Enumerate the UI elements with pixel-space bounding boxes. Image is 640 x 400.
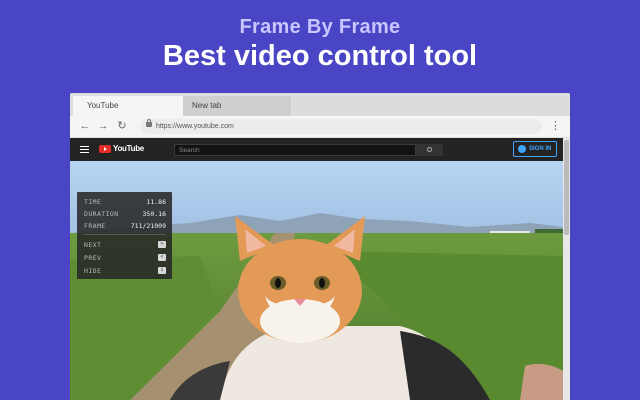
search-icon [427,147,432,152]
youtube-masthead: YouTube SIGN IN [70,138,563,161]
next-frame-button[interactable]: NEXT > [84,240,166,250]
page-scrollbar[interactable] [563,138,570,400]
duration-row: DURATION 350.16 [84,209,166,219]
time-row: TIME 11.86 [84,197,166,207]
search-input[interactable] [175,145,417,155]
youtube-page: YouTube SIGN IN [70,138,570,400]
scrollbar-thumb[interactable] [564,140,569,235]
sign-in-button[interactable]: SIGN IN [513,141,557,157]
prev-frame-button[interactable]: PREV < [84,253,166,263]
browser-window: YouTube New tab ← → ↻ https://www.youtub… [70,93,570,400]
frame-value: 711/21009 [130,222,166,230]
more-vert-icon[interactable]: ⋮ [550,119,561,133]
frame-label: FRAME [84,222,106,230]
youtube-logo-text[interactable]: YouTube [113,144,144,153]
lock-icon [146,119,152,127]
search-button[interactable] [416,144,443,156]
prev-key-badge: < [158,254,166,261]
browser-toolbar: ← → ↻ https://www.youtube.com ⋮ [70,116,570,138]
duration-value: 350.16 [142,210,166,218]
time-value: 11.86 [146,198,166,206]
time-label: TIME [84,198,102,206]
search-box[interactable] [174,144,417,156]
next-label: NEXT [84,241,102,249]
hamburger-menu-icon[interactable] [80,146,89,153]
frame-row: FRAME 711/21009 [84,221,166,231]
video-player[interactable]: TIME 11.86 DURATION 350.16 FRAME 711/210… [70,161,563,400]
hide-label: HIDE [84,267,102,275]
sign-in-label: SIGN IN [529,146,552,152]
promo-subtitle: Frame By Frame [239,16,401,38]
panel-divider [84,234,166,235]
url-text: https://www.youtube.com [156,123,234,130]
address-bar[interactable]: https://www.youtube.com [140,119,542,134]
account-icon [518,145,526,153]
hide-key-badge: i [158,267,166,274]
frame-control-panel: TIME 11.86 DURATION 350.16 FRAME 711/210… [77,192,172,279]
forward-arrow-icon[interactable]: → [96,119,110,133]
tab-strip: YouTube New tab [70,93,570,116]
next-key-badge: > [158,241,166,248]
prev-label: PREV [84,254,102,262]
promo-title: Best video control tool [162,40,478,72]
reload-icon[interactable]: ↻ [115,119,129,133]
tab-new-tab[interactable]: New tab [183,96,291,116]
tab-youtube[interactable]: YouTube [73,96,183,116]
youtube-logo-icon[interactable] [99,145,111,153]
duration-label: DURATION [84,210,119,218]
hide-panel-button[interactable]: HIDE i [84,266,166,276]
back-arrow-icon[interactable]: ← [78,119,92,133]
